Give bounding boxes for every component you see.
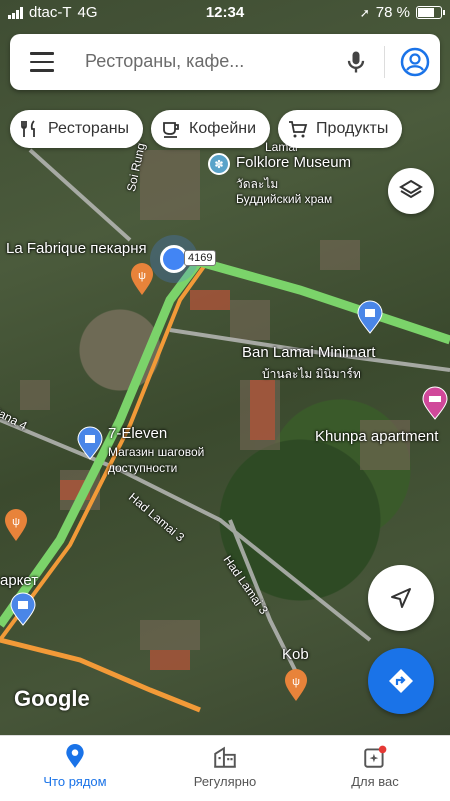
tab-explore[interactable]: Что рядом: [0, 736, 150, 801]
shopping-pin-icon[interactable]: [357, 300, 383, 339]
chip-coffee[interactable]: Кофейни: [151, 110, 271, 148]
minimart-thai-label: บ้านละไม มินิมาร์ท: [262, 367, 361, 381]
bottom-navigation: Что рядом Регулярно Для вас: [0, 735, 450, 801]
status-bar: dtac-T 4G 12:34 ➚ 78 %: [0, 0, 450, 26]
navigation-arrow-icon: [391, 588, 411, 608]
location-arrow-icon: ➚: [359, 5, 370, 20]
tab-label: Регулярно: [193, 774, 257, 789]
svg-text:ψ: ψ: [12, 516, 20, 528]
building: [230, 300, 270, 340]
chip-label: Рестораны: [48, 120, 130, 137]
building: [20, 380, 50, 410]
shopping-pin-icon[interactable]: [10, 592, 36, 631]
restaurant-pin-icon[interactable]: ψ: [284, 668, 308, 707]
seven-eleven-label[interactable]: 7-Eleven: [108, 425, 167, 442]
museum-pin-icon[interactable]: ✽: [207, 152, 231, 181]
sparkle-icon: [364, 745, 387, 768]
pin-icon: [66, 744, 84, 768]
building: [140, 150, 200, 220]
khunpa-label[interactable]: Khunpa apartment: [315, 428, 438, 445]
restaurant-pin-icon[interactable]: ψ: [130, 262, 154, 301]
chip-label: Кофейни: [189, 120, 257, 137]
coffee-icon: [163, 122, 179, 138]
chip-restaurants[interactable]: Рестораны: [10, 110, 144, 148]
search-divider: [384, 46, 385, 78]
building: [320, 240, 360, 270]
roof: [250, 380, 275, 440]
market-label[interactable]: аркет: [0, 572, 38, 589]
buildings-icon: [214, 746, 236, 768]
layers-button[interactable]: [388, 168, 434, 214]
google-logo: Google: [14, 686, 90, 711]
building: [140, 620, 200, 650]
bakery-label[interactable]: La Fabrique пекарня: [6, 240, 147, 257]
menu-icon[interactable]: [30, 52, 54, 72]
museum-type-label: Буддийский храм: [236, 192, 333, 206]
battery-icon: [416, 6, 445, 19]
svg-text:ψ: ψ: [138, 270, 146, 282]
museum-label[interactable]: Folklore Museum: [236, 154, 351, 171]
kob-label[interactable]: Kob: [282, 646, 309, 663]
road-badge: 4169: [184, 250, 217, 266]
directions-icon: [389, 669, 413, 693]
chip-label: Продукты: [316, 120, 389, 137]
roof: [190, 290, 230, 310]
directions-button[interactable]: [368, 648, 434, 714]
tab-commute[interactable]: Регулярно: [150, 736, 300, 801]
tab-for-you[interactable]: Для вас: [300, 736, 450, 801]
layers-icon: [399, 179, 423, 199]
category-chips: Рестораны Кофейни Продукты: [10, 110, 403, 148]
hotel-pin-icon[interactable]: [422, 386, 448, 425]
utensils-icon: [21, 120, 35, 137]
search-bar[interactable]: Рестораны, кафе...: [10, 34, 440, 90]
roof: [150, 650, 190, 670]
account-avatar-icon[interactable]: [400, 47, 430, 77]
tab-label: Для вас: [351, 774, 399, 789]
seven-eleven-sub2: доступности: [108, 461, 178, 475]
shopping-pin-icon[interactable]: [77, 426, 103, 465]
search-input[interactable]: Рестораны, кафе...: [85, 51, 244, 72]
status-right: ➚ 78 %: [359, 4, 445, 21]
restaurant-pin-icon[interactable]: ψ: [4, 508, 28, 547]
tab-label: Что рядом: [43, 774, 107, 789]
battery-fill: [418, 8, 434, 17]
chip-groceries[interactable]: Продукты: [278, 110, 403, 148]
cart-icon: [289, 121, 308, 138]
svg-text:✽: ✽: [214, 159, 223, 171]
minimart-label[interactable]: Ban Lamai Minimart: [242, 344, 375, 361]
seven-eleven-sub1: Магазин шаговой: [108, 445, 205, 459]
battery-percent: 78 %: [375, 4, 410, 21]
my-location-button[interactable]: [368, 565, 434, 631]
microphone-icon[interactable]: [342, 48, 370, 76]
svg-text:ψ: ψ: [292, 676, 300, 688]
